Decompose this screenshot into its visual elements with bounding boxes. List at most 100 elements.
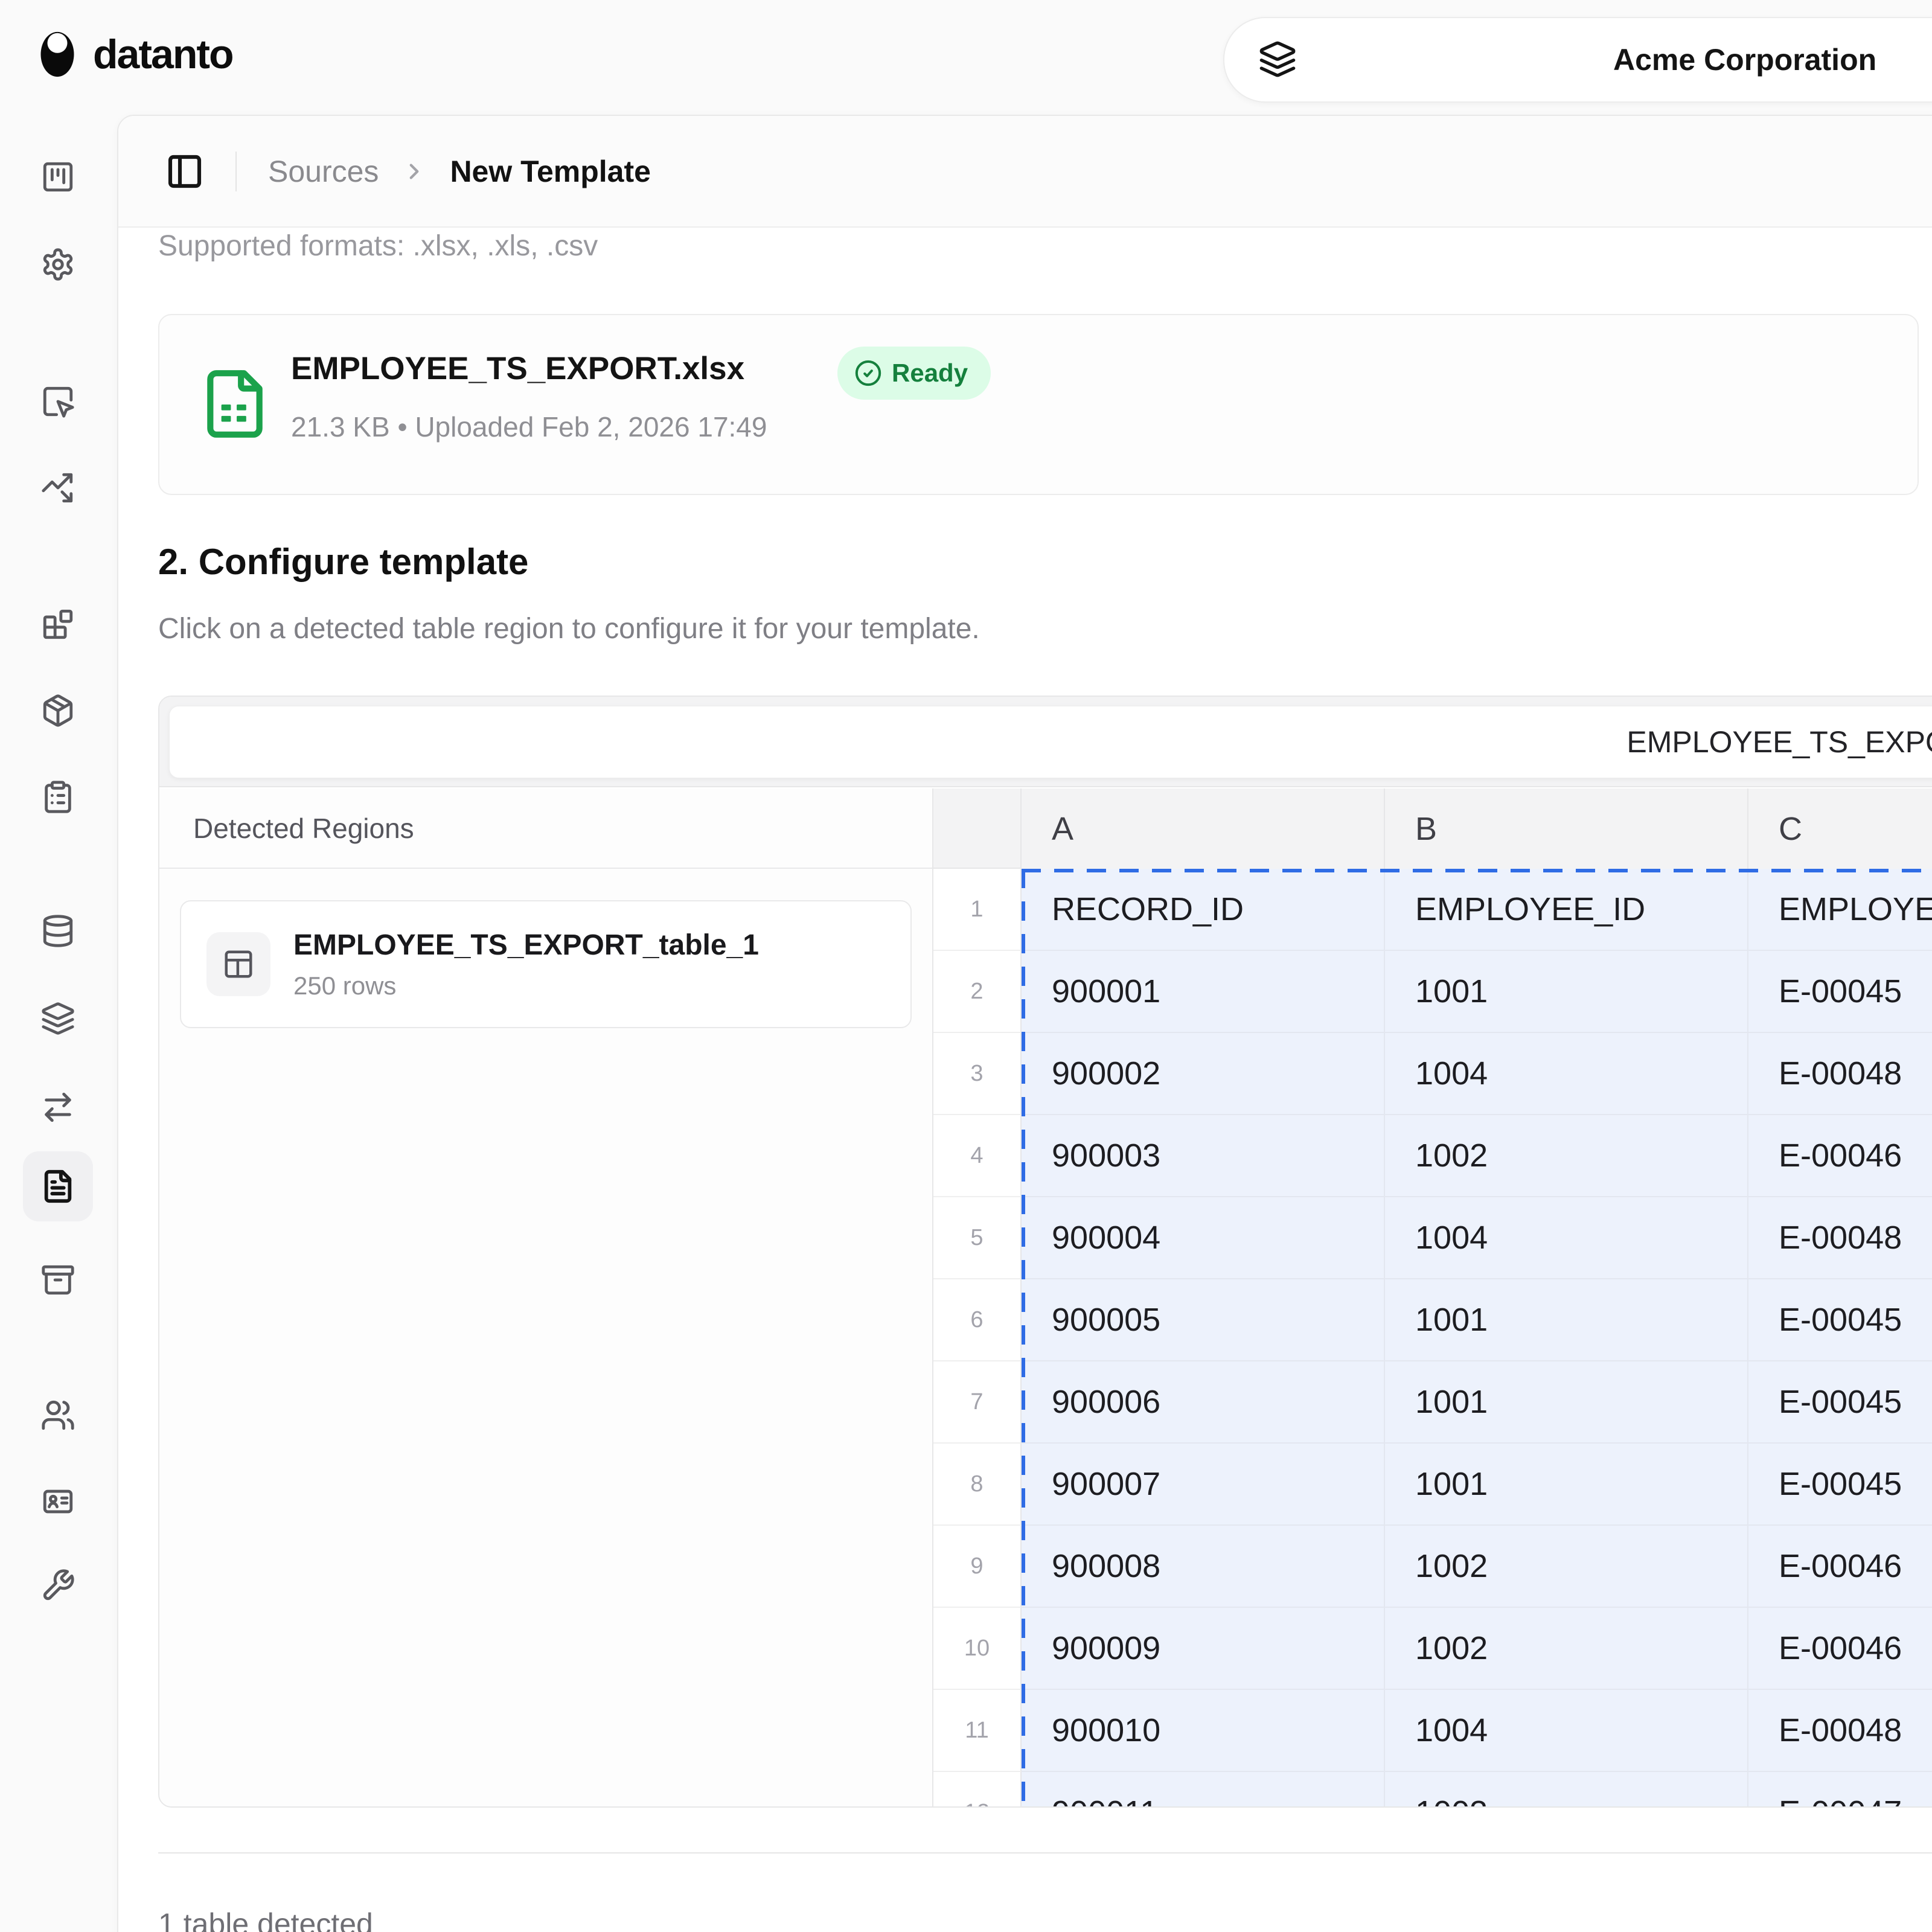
- settings-icon: [40, 247, 75, 282]
- cell-C7[interactable]: E-00045: [1748, 1361, 1932, 1444]
- cell-C1[interactable]: EMPLOYEE_: [1748, 869, 1932, 951]
- select-area-icon: [40, 384, 75, 419]
- sheet-tab-strip: EMPLOYEE_TS_EXPORT: [159, 697, 1932, 787]
- configure-subheading: Click on a detected table region to conf…: [158, 612, 980, 645]
- cell-A5[interactable]: 900004: [1022, 1197, 1385, 1279]
- sidebar-item-transfer-arrows[interactable]: [23, 1072, 93, 1142]
- cell-B10[interactable]: 1002: [1385, 1608, 1748, 1690]
- cell-C8[interactable]: E-00045: [1748, 1444, 1932, 1526]
- cell-A10[interactable]: 900009: [1022, 1608, 1385, 1690]
- selection-border-left: [1022, 869, 1025, 1806]
- sheet-row: 29000011001E-00045: [933, 951, 1932, 1033]
- row-number: 5: [933, 1197, 1022, 1279]
- file-text-icon: [40, 1169, 75, 1204]
- cell-C5[interactable]: E-00048: [1748, 1197, 1932, 1279]
- sidebar-item-users[interactable]: [23, 1380, 93, 1450]
- region-row-count: 250 rows: [293, 971, 759, 1000]
- package-icon: [40, 693, 75, 728]
- uploaded-file-card[interactable]: EMPLOYEE_TS_EXPORT.xlsx Ready 21.3 KB • …: [158, 314, 1919, 495]
- sidebar-item-wrench[interactable]: [23, 1550, 93, 1620]
- sidebar-item-trending[interactable]: [23, 453, 93, 523]
- cell-B2[interactable]: 1001: [1385, 951, 1748, 1033]
- trending-icon: [40, 470, 75, 505]
- cell-B4[interactable]: 1002: [1385, 1115, 1748, 1197]
- cell-A1[interactable]: RECORD_ID: [1022, 869, 1385, 951]
- cell-B1[interactable]: EMPLOYEE_ID: [1385, 869, 1748, 951]
- cell-B12[interactable]: 1003: [1385, 1772, 1748, 1806]
- sheet-tab[interactable]: EMPLOYEE_TS_EXPORT: [169, 706, 1932, 778]
- layers-icon: [40, 1001, 75, 1036]
- kanban-icon: [40, 159, 75, 194]
- row-number: 12: [933, 1772, 1022, 1806]
- file-meta: 21.3 KB • Uploaded Feb 2, 2026 17:49: [291, 411, 767, 443]
- breadcrumb-current: New Template: [450, 154, 651, 189]
- sheet-row: 39000021004E-00048: [933, 1033, 1932, 1115]
- cell-C11[interactable]: E-00048: [1748, 1690, 1932, 1772]
- cell-B9[interactable]: 1002: [1385, 1526, 1748, 1608]
- sheet-row: 119000101004E-00048: [933, 1690, 1932, 1772]
- table-icon: [206, 932, 270, 996]
- sidebar-item-blocks[interactable]: [23, 589, 93, 659]
- row-number: 4: [933, 1115, 1022, 1197]
- cell-B3[interactable]: 1004: [1385, 1033, 1748, 1115]
- supported-formats-note: Supported formats: .xlsx, .xls, .csv: [158, 229, 598, 263]
- sidebar-item-database[interactable]: [23, 896, 93, 966]
- status-badge: Ready: [837, 347, 991, 400]
- cell-C3[interactable]: E-00048: [1748, 1033, 1932, 1115]
- cell-A7[interactable]: 900006: [1022, 1361, 1385, 1444]
- cell-A3[interactable]: 900002: [1022, 1033, 1385, 1115]
- sidebar-item-select-area[interactable]: [23, 366, 93, 437]
- row-number: 8: [933, 1444, 1022, 1526]
- cell-B11[interactable]: 1004: [1385, 1690, 1748, 1772]
- sheet-row: 69000051001E-00045: [933, 1279, 1932, 1361]
- row-number: 6: [933, 1279, 1022, 1361]
- column-header-B[interactable]: B: [1385, 788, 1748, 869]
- sidebar-item-layers[interactable]: [23, 984, 93, 1054]
- cell-C4[interactable]: E-00046: [1748, 1115, 1932, 1197]
- corner-cell: [933, 788, 1022, 869]
- database-icon: [40, 913, 75, 948]
- cell-A9[interactable]: 900008: [1022, 1526, 1385, 1608]
- sidebar-item-file-text[interactable]: [23, 1151, 93, 1221]
- cell-B6[interactable]: 1001: [1385, 1279, 1748, 1361]
- cell-C6[interactable]: E-00045: [1748, 1279, 1932, 1361]
- cell-C2[interactable]: E-00045: [1748, 951, 1932, 1033]
- check-circle-icon: [854, 359, 882, 387]
- breadcrumb-sources-link[interactable]: Sources: [268, 154, 379, 189]
- cell-C9[interactable]: E-00046: [1748, 1526, 1932, 1608]
- cell-A2[interactable]: 900001: [1022, 951, 1385, 1033]
- id-card-icon: [40, 1484, 75, 1519]
- sidebar-item-settings[interactable]: [23, 229, 93, 299]
- column-header-C[interactable]: C: [1748, 788, 1932, 869]
- cell-C12[interactable]: E-00047: [1748, 1772, 1932, 1806]
- sheet-row: 129000111003E-00047: [933, 1772, 1932, 1806]
- sidebar-item-clipboard-list[interactable]: [23, 762, 93, 832]
- sidebar-item-id-card[interactable]: [23, 1467, 93, 1537]
- cell-A6[interactable]: 900005: [1022, 1279, 1385, 1361]
- configure-heading: 2. Configure template: [158, 541, 528, 583]
- sidebar-item-kanban[interactable]: [23, 142, 93, 212]
- cell-A8[interactable]: 900007: [1022, 1444, 1385, 1526]
- sidebar-item-archive[interactable]: [23, 1245, 93, 1315]
- selection-border-top: [1022, 869, 1932, 872]
- cell-C10[interactable]: E-00046: [1748, 1608, 1932, 1690]
- cell-A12[interactable]: 900011: [1022, 1772, 1385, 1806]
- spreadsheet-preview[interactable]: ABCDE1RECORD_IDEMPLOYEE_IDEMPLOYEE_29000…: [933, 788, 1932, 1806]
- region-card[interactable]: EMPLOYEE_TS_EXPORT_table_1 250 rows: [180, 900, 912, 1028]
- org-switcher[interactable]: Acme Corporation: [1223, 17, 1932, 103]
- chevron-right-icon: [401, 159, 427, 184]
- logo-mark-icon: [37, 25, 77, 83]
- users-icon: [40, 1398, 75, 1433]
- cell-B8[interactable]: 1001: [1385, 1444, 1748, 1526]
- sidebar-toggle-button[interactable]: [165, 152, 204, 191]
- sidebar-item-package[interactable]: [23, 676, 93, 746]
- cell-B7[interactable]: 1001: [1385, 1361, 1748, 1444]
- sheet-column-header-row: ABCDE: [933, 788, 1932, 869]
- region-name: EMPLOYEE_TS_EXPORT_table_1: [293, 929, 759, 962]
- cell-B5[interactable]: 1004: [1385, 1197, 1748, 1279]
- clipboard-list-icon: [40, 779, 75, 814]
- tables-detected-status: 1 table detected: [158, 1907, 373, 1932]
- column-header-A[interactable]: A: [1022, 788, 1385, 869]
- cell-A11[interactable]: 900010: [1022, 1690, 1385, 1772]
- cell-A4[interactable]: 900003: [1022, 1115, 1385, 1197]
